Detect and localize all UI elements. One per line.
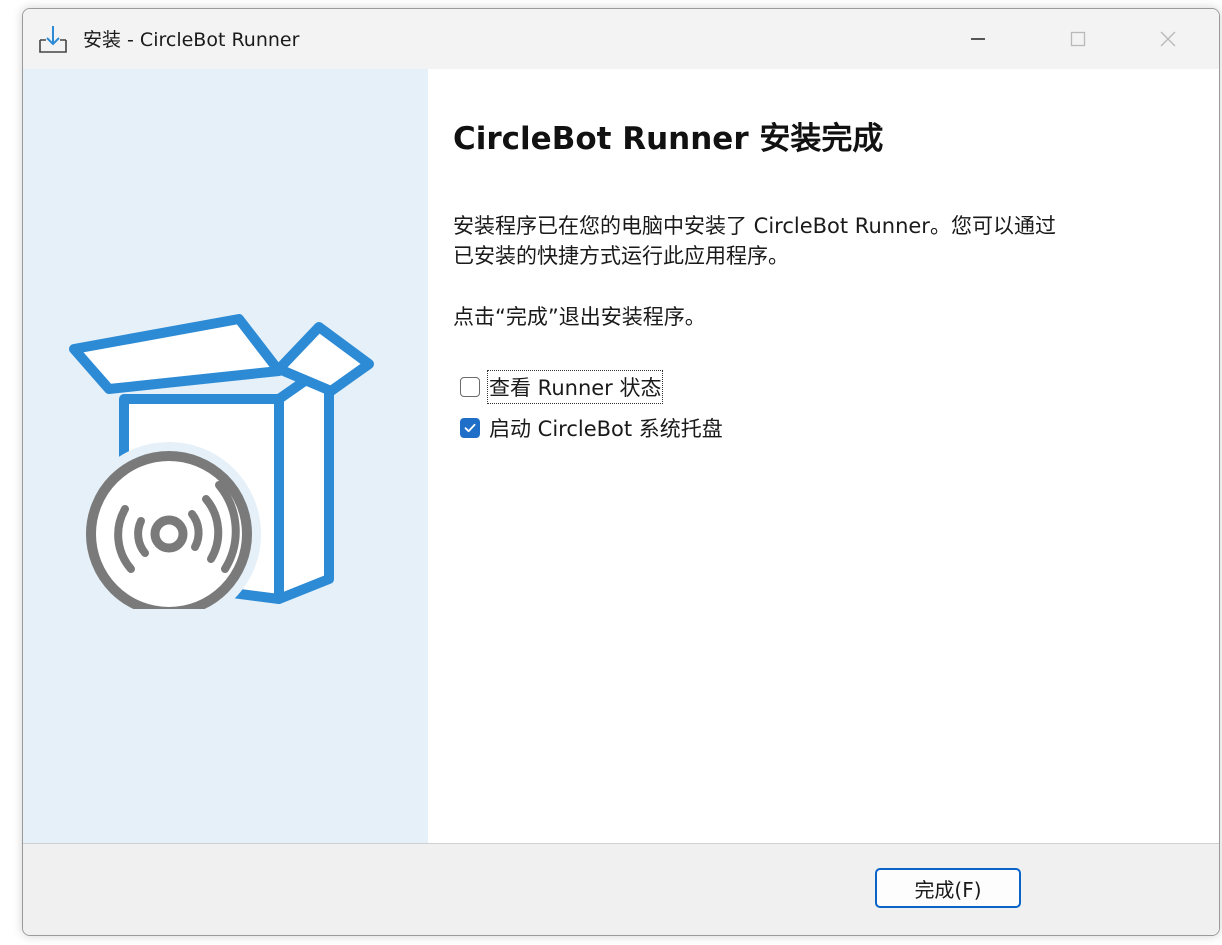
window-title: 安装 - CircleBot Runner [83, 29, 300, 51]
view-runner-status-checkbox[interactable] [460, 377, 480, 397]
launch-tray-option[interactable]: 启动 CircleBot 系统托盘 [460, 413, 723, 443]
checkmark-icon [464, 423, 476, 433]
close-icon [1160, 31, 1176, 47]
launch-tray-checkbox[interactable] [460, 418, 480, 438]
exit-hint: 点击“完成”退出安装程序。 [453, 305, 706, 329]
minimize-icon [971, 38, 985, 40]
title-bar[interactable]: 安装 - CircleBot Runner [23, 9, 1219, 69]
launch-tray-label[interactable]: 启动 CircleBot 系统托盘 [489, 413, 723, 443]
maximize-icon [1070, 31, 1086, 47]
download-install-icon [39, 26, 67, 53]
side-banner [23, 69, 428, 843]
description-line-1: 安装程序已在您的电脑中安装了 CircleBot Runner。您可以通过 [453, 214, 1056, 238]
main-content: CircleBot Runner 安装完成 安装程序已在您的电脑中安装了 Cir… [428, 69, 1219, 843]
installer-window: 安装 - CircleBot Runner CircleBot Runner 安… [22, 8, 1220, 936]
footer-bar: 完成(F) [23, 843, 1219, 935]
view-runner-status-option[interactable]: 查看 Runner 状态 [460, 370, 664, 404]
completion-description: 安装程序已在您的电脑中安装了 CircleBot Runner。您可以通过 已安… [453, 211, 1193, 271]
description-line-2: 已安装的快捷方式运行此应用程序。 [453, 244, 789, 268]
finish-button[interactable]: 完成(F) [875, 868, 1021, 908]
maximize-button[interactable] [1049, 9, 1107, 69]
minimize-button[interactable] [949, 9, 1007, 69]
page-title: CircleBot Runner 安装完成 [453, 121, 884, 157]
close-button[interactable] [1139, 9, 1197, 69]
view-runner-status-label[interactable]: 查看 Runner 状态 [486, 370, 664, 404]
box-with-disc-icon [69, 314, 374, 609]
